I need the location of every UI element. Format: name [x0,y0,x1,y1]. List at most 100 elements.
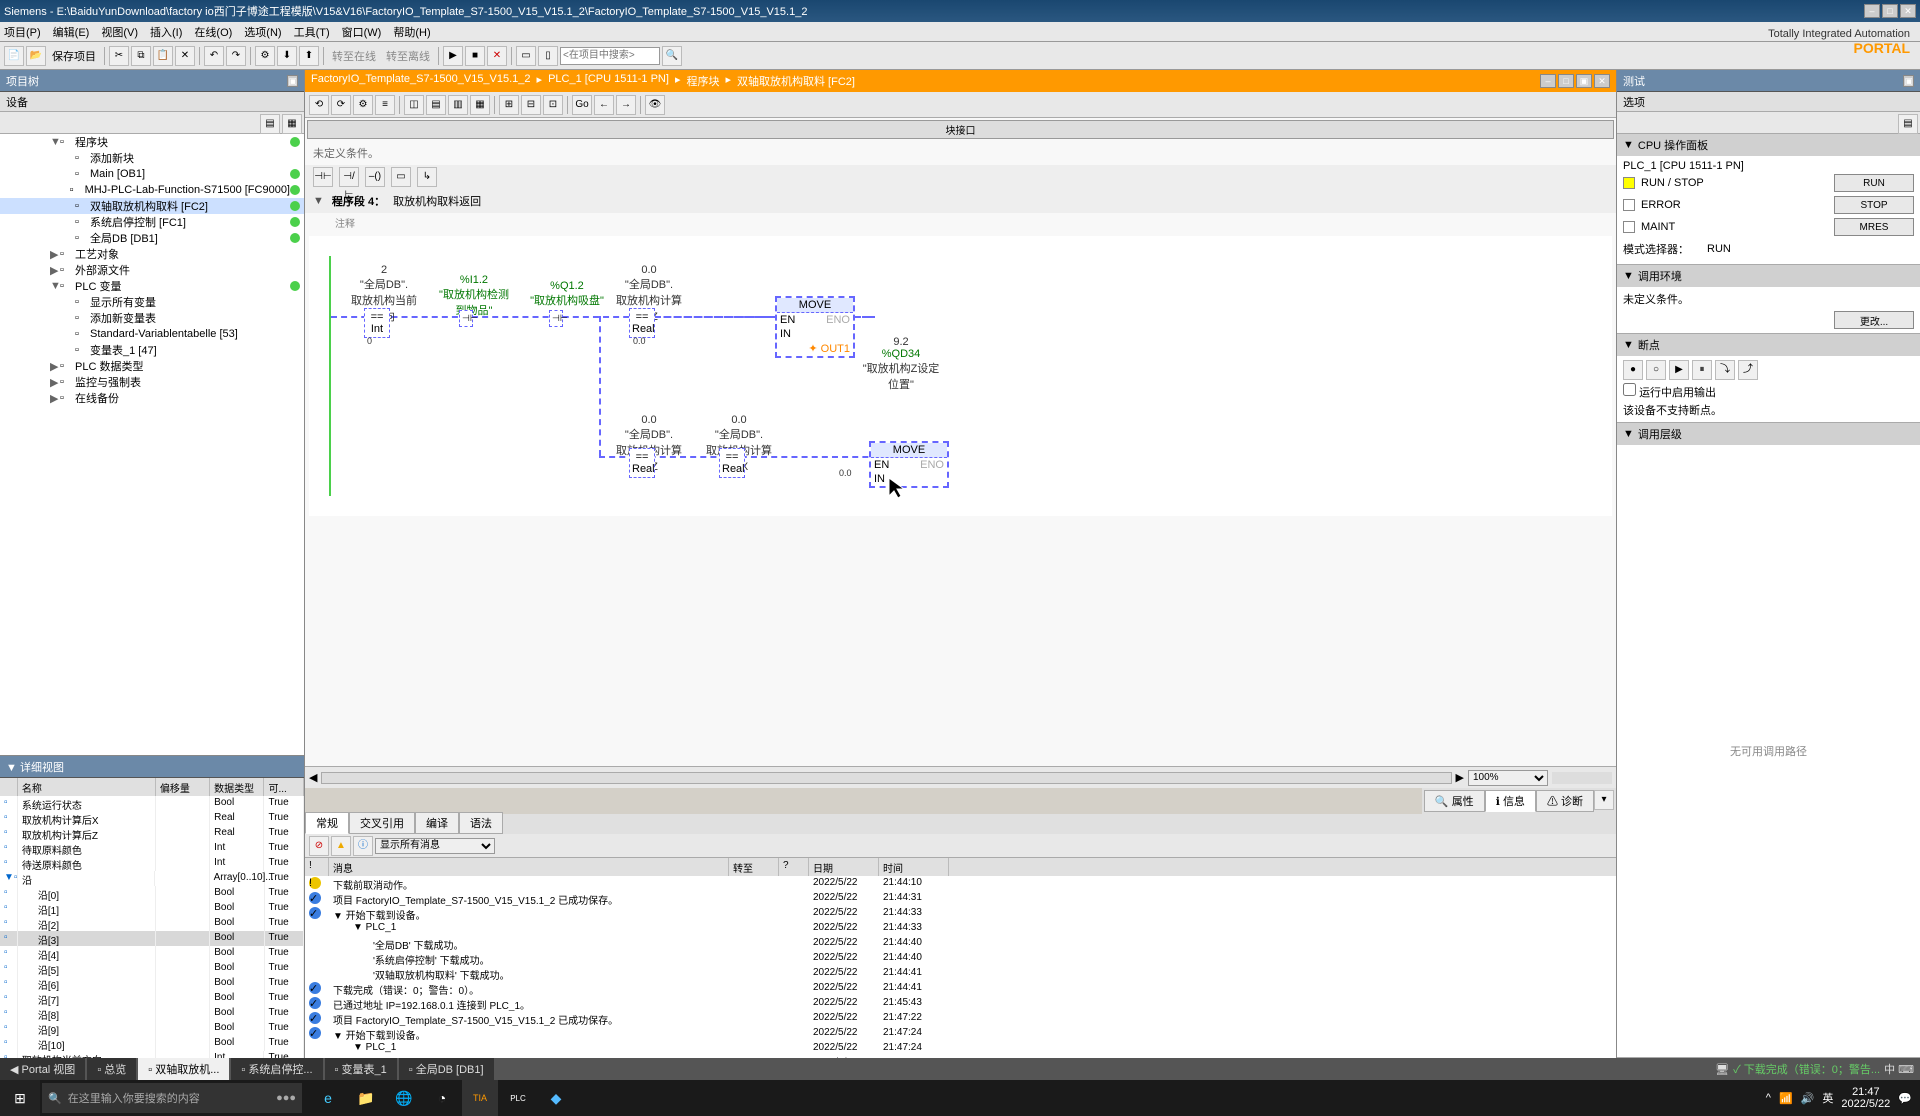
message-row[interactable]: ✓▼ 开始下载到设备。2022/5/2221:47:24 [305,1026,1616,1041]
detail-row[interactable]: ▫取放机构计算后XRealTrue [0,811,304,826]
bottom-tab[interactable]: ▫ 全局DB [DB1] [399,1058,494,1080]
detail-row[interactable]: ▫沿[5]BoolTrue [0,961,304,976]
message-row[interactable]: ! 下载前取消动作。2022/5/2221:44:10 [305,876,1616,891]
info-filter-icon[interactable]: ⓘ [353,836,373,856]
tree-view-icon[interactable]: ▦ [282,114,302,134]
paste-icon[interactable]: 📋 [153,46,173,66]
start-button[interactable]: ⊞ [0,1080,40,1116]
copy-icon[interactable]: ⧉ [131,46,151,66]
menu-window[interactable]: 窗口(W) [342,24,382,40]
bottom-tab[interactable]: ▫ 变量表_1 [325,1058,397,1080]
ladder-editor[interactable]: 块接口 未定义条件。 ⊣⊢ ⊣/⊢ –() ▭ ↳ ▼ 程序段 4： 取放机构取… [305,118,1616,766]
tree-item[interactable]: ▫变量表_1 [47] [0,342,304,358]
et-2[interactable]: ⟳ [331,95,351,115]
error-filter-icon[interactable]: ⊘ [309,836,329,856]
message-row[interactable]: ✓ 项目 FactoryIO_Template_S7-1500_V15_V15.… [305,1011,1616,1026]
stop-sim-icon[interactable]: ■ [465,46,485,66]
detail-row[interactable]: ▫沿[7]BoolTrue [0,991,304,1006]
coil-icon[interactable]: –() [365,167,385,187]
scroll-left-icon[interactable]: ◀ [309,771,317,784]
et-3[interactable]: ⚙ [353,95,373,115]
message-row[interactable]: '双轴取放机构取料' 下载成功。2022/5/2221:44:41 [305,966,1616,981]
detail-row[interactable]: ▫沿[9]BoolTrue [0,1021,304,1036]
task-tia-icon[interactable]: TIA [462,1080,498,1116]
tree-item[interactable]: ▶▫监控与强制表 [0,374,304,390]
tray-vol-icon[interactable]: 🔊 [1801,1092,1815,1105]
message-row[interactable]: ✓ 下载完成（错误：0；警告：0）。2022/5/2221:44:41 [305,981,1616,996]
detail-row[interactable]: ▫取放机构计算后ZRealTrue [0,826,304,841]
zoom-slider[interactable] [1552,772,1612,784]
task-app2-icon[interactable]: ◆ [538,1080,574,1116]
tree-item[interactable]: ▫双轴取放机构取料 [FC2] [0,198,304,214]
tree-item[interactable]: ▫显示所有变量 [0,294,304,310]
contact-no-icon[interactable]: ⊣⊢ [313,167,333,187]
message-row[interactable]: ▼ PLC_12022/5/2221:47:24 [305,1041,1616,1056]
new-project-icon[interactable]: 📄 [4,46,24,66]
editor-float-icon[interactable]: ▣ [1576,74,1592,88]
detail-row[interactable]: ▫沿[0]BoolTrue [0,886,304,901]
menu-edit[interactable]: 编辑(E) [53,24,90,40]
tree-item[interactable]: ▫添加新变量表 [0,310,304,326]
box-icon[interactable]: ▭ [391,167,411,187]
message-row[interactable]: '全局DB' 下载成功。2022/5/2221:44:40 [305,936,1616,951]
tab-info[interactable]: ℹ 信息 [1485,790,1536,812]
detail-row[interactable]: ▫待取原料颜色IntTrue [0,841,304,856]
et-6[interactable]: ▤ [426,95,446,115]
cpu-panel-header[interactable]: ▼ CPU 操作面板 [1617,134,1920,156]
et-11[interactable]: ⊡ [543,95,563,115]
task-app1-icon[interactable]: ◔ [424,1080,460,1116]
et-7[interactable]: ▥ [448,95,468,115]
tree-item[interactable]: ▶▫PLC 数据类型 [0,358,304,374]
detail-row[interactable]: ▫沿[8]BoolTrue [0,1006,304,1021]
bp-1[interactable]: ● [1623,360,1643,380]
branch-icon[interactable]: ↳ [417,167,437,187]
tray-ime-icon[interactable]: 英 [1822,1090,1833,1106]
mres-button[interactable]: MRES [1834,218,1914,236]
message-row[interactable]: ✓ 已通过地址 IP=192.168.0.1 连接到 PLC_1。2022/5/… [305,996,1616,1011]
collapse-icon[interactable]: ▣ [287,75,298,87]
upload-icon[interactable]: ⬆ [299,46,319,66]
detail-row[interactable]: ▫待送原料颜色IntTrue [0,856,304,871]
tree-item[interactable]: ▫系统启停控制 [FC1] [0,214,304,230]
et-5[interactable]: ◫ [404,95,424,115]
compile-icon[interactable]: ⚙ [255,46,275,66]
tree-item[interactable]: ▫Standard-Variablentabelle [53] [0,326,304,342]
detail-table[interactable]: 名称 偏移量 数据类型 可... ▫系统运行状态BoolTrue▫取放机构计算后… [0,778,304,1058]
save-label[interactable]: 保存项目 [48,48,100,64]
menu-view[interactable]: 视图(V) [101,24,138,40]
menu-insert[interactable]: 插入(I) [150,24,182,40]
tree-toggle-icon[interactable]: ▤ [260,114,280,134]
tree-item[interactable]: ▶▫在线备份 [0,390,304,406]
delete-icon[interactable]: ✕ [175,46,195,66]
sim-icon[interactable]: ▶ [443,46,463,66]
call-hier-header[interactable]: ▼ 调用层级 [1617,423,1920,445]
call-env-header[interactable]: ▼ 调用环境 [1617,265,1920,287]
x-icon[interactable]: ✕ [487,46,507,66]
bp-6[interactable]: ⤴ [1738,360,1758,380]
tree-item[interactable]: ▫全局DB [DB1] [0,230,304,246]
bp-5[interactable]: ⤵ [1715,360,1735,380]
move-block-1[interactable]: MOVE ENENO IN ✦ OUT1 [775,296,855,358]
detail-row[interactable]: ▫沿[2]BoolTrue [0,916,304,931]
message-row[interactable]: '系统启停控制' 下载成功。2022/5/2221:44:40 [305,951,1616,966]
rp-min-icon[interactable]: ▣ [1903,75,1914,87]
bottom-tab[interactable]: ▫ 双轴取放机... [138,1058,229,1080]
split-v-icon[interactable]: ▯ [538,46,558,66]
h-scrollbar[interactable] [321,772,1451,784]
message-row[interactable]: '双轴取放机构取料' 下载成功。2022/5/2221:47:33 [305,1056,1616,1058]
search-icon[interactable]: 🔍 [662,46,682,66]
ladder-canvas[interactable]: 2 "全局DB". 取放机构当前方向 ==Int 0 %I1.2"取放机构检测到… [309,236,1612,516]
detail-row[interactable]: ▫系统运行状态BoolTrue [0,796,304,811]
bottom-tab[interactable]: ▫ 总览 [87,1058,136,1080]
bottom-tab[interactable]: ◀ Portal 视图 [0,1058,85,1080]
menu-help[interactable]: 帮助(H) [393,24,430,40]
download-icon[interactable]: ⬇ [277,46,297,66]
tab-properties[interactable]: 🔍 属性 [1424,790,1485,812]
et-12[interactable]: Go [572,95,592,115]
cut-icon[interactable]: ✂ [109,46,129,66]
move-block-2[interactable]: MOVE ENENO IN [869,441,949,488]
split-h-icon[interactable]: ▭ [516,46,536,66]
lang-indicator[interactable]: 中 ⌨ [1884,1061,1914,1077]
et-1[interactable]: ⟲ [309,95,329,115]
minimize-button[interactable]: – [1864,4,1880,18]
